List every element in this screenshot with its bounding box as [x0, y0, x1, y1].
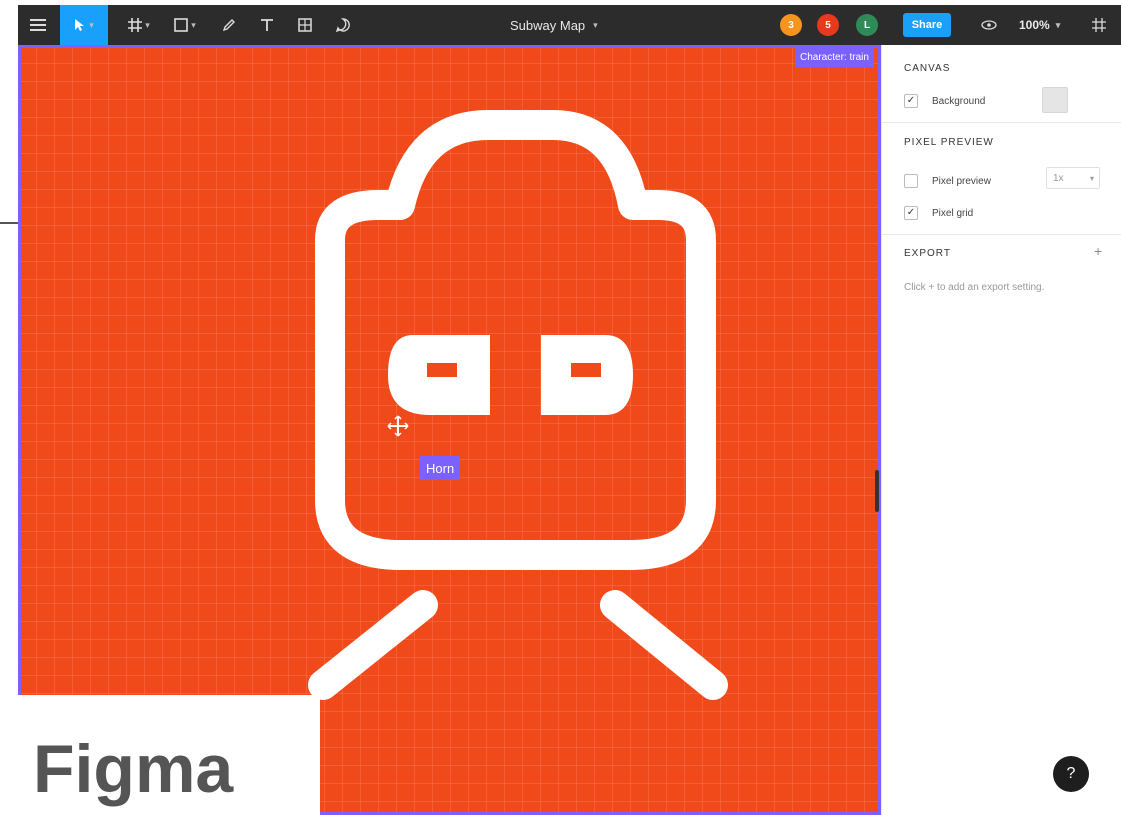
file-name-menu[interactable]: Subway Map ▾ [510, 5, 598, 45]
export-hint: Click + to add an export setting. [904, 282, 1045, 293]
view-settings-button[interactable] [974, 5, 1004, 45]
section-title-pixel-preview: PIXEL PREVIEW [904, 137, 994, 148]
frame-icon [128, 18, 143, 32]
section-divider [882, 122, 1121, 123]
background-color-swatch[interactable] [1042, 87, 1068, 113]
avatar[interactable]: L [856, 14, 878, 36]
right-window-detail [571, 363, 601, 377]
frame-name-label[interactable]: Character: train [795, 47, 874, 67]
pixel-preview-label: Pixel preview [932, 176, 991, 187]
left-rail [308, 590, 438, 700]
chevron-down-icon: ▾ [1089, 173, 1094, 183]
background-label: Background [932, 96, 986, 107]
avatar[interactable]: 5 [817, 14, 839, 36]
layout-grid-button[interactable] [1084, 5, 1114, 45]
text-icon [260, 18, 274, 32]
background-checkbox[interactable]: ✓ [904, 94, 918, 108]
pixel-grid-checkbox[interactable]: ✓ [904, 206, 918, 220]
file-name: Subway Map [510, 17, 586, 33]
canvas-scrollbar[interactable] [875, 470, 879, 512]
zoom-level: 100% [1019, 18, 1050, 32]
zoom-menu[interactable]: 100% ▾ [1019, 5, 1060, 45]
pixel-scale-select[interactable]: 1x ▾ [1046, 167, 1100, 189]
pixel-preview-checkbox[interactable] [904, 174, 918, 188]
pixel-scale-value: 1x [1053, 172, 1064, 184]
move-icon [74, 18, 86, 32]
left-window-detail [427, 363, 457, 377]
comment-icon [336, 18, 350, 32]
eye-icon [981, 20, 997, 30]
layout-grid-icon [1092, 18, 1106, 32]
components-icon [298, 18, 312, 32]
comment-tool-button[interactable] [326, 5, 360, 45]
chevron-down-icon: ▾ [191, 19, 196, 30]
avatar[interactable]: 3 [780, 14, 802, 36]
text-tool-button[interactable] [250, 5, 284, 45]
guide-line [0, 222, 18, 224]
section-title-export: EXPORT [904, 248, 951, 259]
section-divider [882, 234, 1121, 235]
move-cursor-icon [386, 414, 410, 443]
top-toolbar: ▾ ▾ ▾ Subway Map ▾ 3 5 L Share 100% ▾ [18, 5, 1121, 45]
pen-icon [222, 18, 236, 32]
pixel-grid-label: Pixel grid [932, 208, 974, 219]
section-title-canvas: CANVAS [904, 63, 951, 74]
move-tool-button[interactable]: ▾ [60, 5, 108, 45]
menu-icon [30, 19, 46, 31]
add-export-button[interactable]: + [1094, 243, 1102, 259]
train-body [315, 110, 716, 570]
share-button[interactable]: Share [903, 13, 951, 37]
layer-hover-label: Horn [420, 456, 461, 480]
chevron-down-icon: ▾ [1055, 19, 1061, 30]
properties-panel: CANVAS ✓ Background PIXEL PREVIEW Pixel … [881, 45, 1121, 815]
pen-tool-button[interactable] [212, 5, 246, 45]
shape-tool-button[interactable]: ▾ [164, 5, 206, 45]
frame-tool-button[interactable]: ▾ [118, 5, 160, 45]
chevron-down-icon: ▾ [145, 19, 150, 30]
rectangle-icon [174, 18, 189, 32]
help-button[interactable]: ? [1053, 756, 1089, 792]
watermark-text: Figma [33, 731, 234, 807]
chevron-down-icon: ▾ [89, 19, 94, 30]
right-rail [600, 590, 728, 700]
chevron-down-icon: ▾ [593, 19, 598, 30]
main-menu-button[interactable] [18, 5, 58, 45]
components-button[interactable] [288, 5, 322, 45]
